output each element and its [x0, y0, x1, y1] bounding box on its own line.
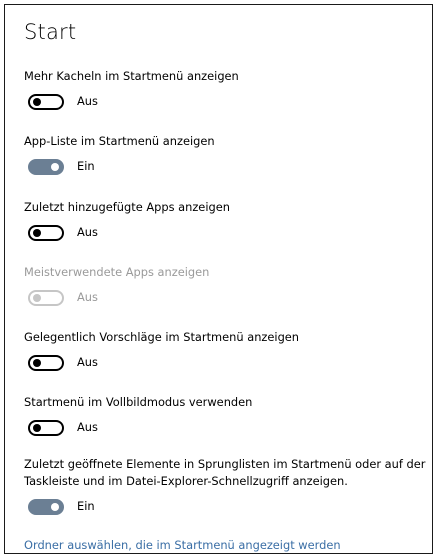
- setting-label: Zuletzt hinzugefügte Apps anzeigen: [24, 200, 230, 214]
- toggle-knob: [51, 503, 59, 511]
- setting-more-tiles: Mehr Kacheln im Startmenü anzeigen Aus: [24, 68, 424, 116]
- setting-label: Meistverwendete Apps anzeigen: [24, 265, 210, 279]
- setting-recent-items-jumplists: Zuletzt geöffnete Elemente in Sprunglist…: [24, 456, 425, 521]
- toggle-state-label: Aus: [77, 225, 98, 239]
- toggle-switch: [28, 290, 64, 306]
- toggle-switch[interactable]: [28, 225, 64, 241]
- choose-folders-link[interactable]: Ordner auswählen, die im Startmenü angez…: [24, 537, 341, 553]
- toggle-state-label: Ein: [77, 159, 95, 173]
- toggle-state-label: Aus: [77, 355, 98, 369]
- toggle-state-label: Aus: [77, 94, 98, 108]
- setting-label: Zuletzt geöffnete Elemente in Sprunglist…: [24, 457, 426, 488]
- settings-panel: Start Mehr Kacheln im Startmenü anzeigen…: [4, 4, 433, 554]
- toggle-row: Aus: [24, 355, 424, 377]
- setting-label: Gelegentlich Vorschläge im Startmenü anz…: [24, 330, 300, 344]
- toggle-state-label: Ein: [77, 499, 95, 513]
- setting-suggestions: Gelegentlich Vorschläge im Startmenü anz…: [24, 329, 424, 377]
- setting-label: Mehr Kacheln im Startmenü anzeigen: [24, 69, 239, 83]
- toggle-row: Ein: [24, 499, 424, 521]
- setting-label: Startmenü im Vollbildmodus verwenden: [24, 395, 253, 409]
- toggle-switch[interactable]: [28, 499, 64, 515]
- toggle-knob: [33, 424, 41, 432]
- setting-label: App-Liste im Startmenü anzeigen: [24, 134, 215, 148]
- toggle-switch[interactable]: [28, 355, 64, 371]
- toggle-row: Aus: [24, 420, 424, 442]
- toggle-knob: [33, 98, 41, 106]
- toggle-switch[interactable]: [28, 94, 64, 110]
- toggle-state-label: Aus: [77, 420, 98, 434]
- toggle-knob: [33, 359, 41, 367]
- toggle-switch[interactable]: [28, 159, 64, 175]
- toggle-state-label: Aus: [77, 290, 98, 304]
- toggle-row: Aus: [24, 290, 424, 312]
- toggle-knob: [33, 294, 41, 302]
- toggle-knob: [33, 229, 41, 237]
- setting-fullscreen: Startmenü im Vollbildmodus verwenden Aus: [24, 394, 424, 442]
- toggle-row: Aus: [24, 94, 424, 116]
- toggle-row: Aus: [24, 225, 424, 247]
- toggle-row: Ein: [24, 159, 424, 181]
- toggle-knob: [51, 163, 59, 171]
- setting-recently-added-apps: Zuletzt hinzugefügte Apps anzeigen Aus: [24, 199, 424, 247]
- setting-most-used-apps: Meistverwendete Apps anzeigen Aus: [24, 264, 424, 312]
- setting-app-list: App-Liste im Startmenü anzeigen Ein: [24, 133, 424, 181]
- toggle-switch[interactable]: [28, 420, 64, 436]
- page-title: Start: [24, 20, 77, 44]
